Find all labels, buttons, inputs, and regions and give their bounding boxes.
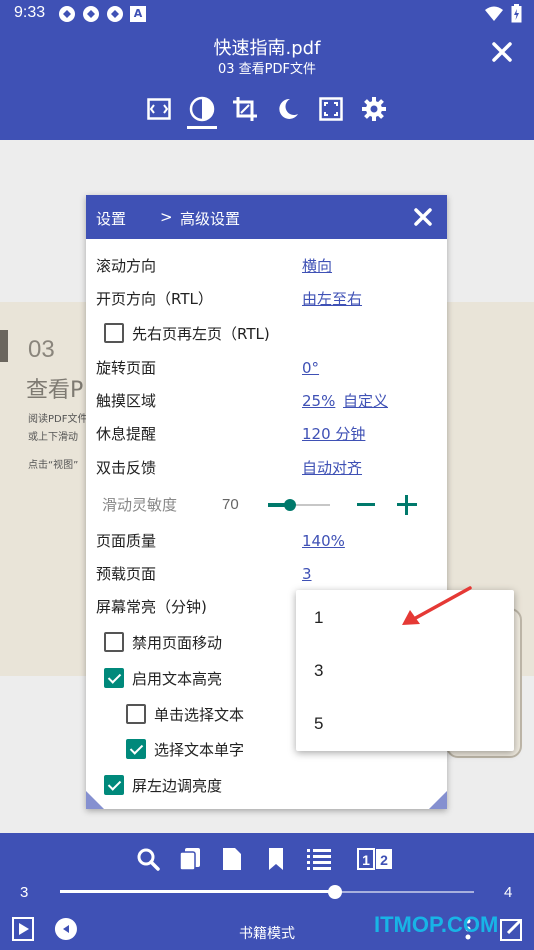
checkbox-box[interactable] bbox=[126, 739, 146, 759]
sensitivity-value: 70 bbox=[222, 496, 239, 513]
checkbox-label: 启用文本高亮 bbox=[132, 669, 223, 688]
touch-area-value[interactable]: 25% bbox=[302, 390, 335, 412]
app-notification-icon bbox=[82, 5, 100, 23]
slider-thumb[interactable] bbox=[284, 499, 296, 511]
settings-icon[interactable] bbox=[359, 94, 389, 124]
battery-icon bbox=[511, 4, 522, 27]
rest-reminder-label: 休息提醒 bbox=[96, 425, 157, 443]
chapter-heading: 查看P bbox=[26, 378, 84, 403]
document-title: 快速指南.pdf bbox=[213, 38, 321, 59]
plus-icon[interactable] bbox=[397, 495, 417, 515]
minus-icon[interactable] bbox=[357, 503, 375, 506]
page-icon[interactable] bbox=[218, 845, 246, 873]
menu-option[interactable]: 1 bbox=[314, 608, 323, 628]
bottom-toolbar: 12 bbox=[0, 845, 534, 873]
page-start-label: 3 bbox=[20, 884, 29, 901]
clock: 9:33 bbox=[14, 4, 46, 21]
rotate-value[interactable]: 0° bbox=[302, 357, 319, 379]
scroll-direction-label: 滚动方向 bbox=[96, 257, 157, 275]
checkbox-box[interactable] bbox=[126, 704, 146, 724]
app-badge-icon: A bbox=[130, 6, 146, 22]
page-text-line: 阅读PDF文件 bbox=[28, 414, 88, 425]
checkbox-box[interactable] bbox=[104, 323, 124, 343]
resize-handle-left[interactable] bbox=[86, 791, 104, 809]
checkbox-label: 单击选择文本 bbox=[154, 705, 245, 724]
edit-icon[interactable] bbox=[500, 917, 524, 941]
checkbox-box[interactable] bbox=[104, 775, 124, 795]
menu-option[interactable]: 5 bbox=[314, 714, 323, 734]
double-tap-value[interactable]: 自动对齐 bbox=[302, 457, 362, 479]
disable-move-checkbox[interactable]: 禁用页面移动 bbox=[104, 630, 222, 654]
slider-thumb[interactable] bbox=[328, 885, 342, 899]
page-direction-value[interactable]: 由左至右 bbox=[302, 288, 362, 310]
page-text-line: 或上下滑动 bbox=[28, 432, 78, 443]
fullscreen-icon[interactable] bbox=[144, 94, 174, 124]
system-icons bbox=[485, 4, 522, 27]
sensitivity-slider[interactable] bbox=[268, 499, 330, 511]
checkbox-label: 选择文本单字 bbox=[154, 740, 245, 759]
copy-icon[interactable] bbox=[176, 845, 204, 873]
text-highlight-checkbox[interactable]: 启用文本高亮 bbox=[104, 666, 222, 690]
status-bar: 9:33 A bbox=[0, 0, 534, 28]
scroll-direction-value[interactable]: 横向 bbox=[302, 255, 332, 277]
rest-reminder-value[interactable]: 120 分钟 bbox=[302, 423, 365, 445]
notification-icons: A bbox=[58, 5, 146, 23]
view-toolbar bbox=[0, 94, 534, 129]
select-word-checkbox[interactable]: 选择文本单字 bbox=[126, 737, 244, 761]
page-quality-value[interactable]: 140% bbox=[302, 530, 345, 552]
menu-option[interactable]: 3 bbox=[314, 661, 323, 681]
watermark-text: ITMOP.COM bbox=[374, 912, 499, 937]
chapter-number: 03 bbox=[28, 336, 55, 363]
checkbox-label: 先右页再左页（RTL) bbox=[132, 324, 270, 343]
slider-fill bbox=[60, 890, 335, 893]
page-slider[interactable] bbox=[60, 885, 474, 899]
left-brightness-checkbox[interactable]: 屏左边调亮度 bbox=[104, 773, 222, 797]
breadcrumb-separator: > bbox=[160, 208, 173, 226]
sensitivity-row: 滑动灵敏度 70 bbox=[86, 493, 447, 517]
close-icon[interactable] bbox=[411, 205, 435, 229]
page-text-line: 点击“视图” bbox=[28, 460, 79, 471]
resize-handle-right[interactable] bbox=[429, 791, 447, 809]
night-mode-icon[interactable] bbox=[273, 94, 303, 124]
annotation-arrow-icon bbox=[402, 586, 472, 625]
sensitivity-label: 滑动灵敏度 bbox=[102, 496, 178, 514]
app-notification-icon bbox=[58, 5, 76, 23]
dual-page-icon[interactable]: 12 bbox=[356, 845, 394, 873]
double-tap-label: 双击反馈 bbox=[96, 459, 157, 477]
preload-value[interactable]: 3 bbox=[302, 563, 312, 585]
document-subtitle: 03 查看PDF文件 bbox=[217, 62, 316, 77]
page-direction-label: 开页方向（RTL） bbox=[96, 290, 213, 308]
svg-text:2: 2 bbox=[380, 852, 388, 868]
app-header: 快速指南.pdf 03 查看PDF文件 bbox=[0, 28, 534, 140]
preload-label: 预载页面 bbox=[96, 565, 157, 583]
screen-on-label: 屏幕常亮（分钟) bbox=[96, 598, 207, 616]
list-icon[interactable] bbox=[305, 845, 333, 873]
page-end-label: 4 bbox=[504, 884, 513, 901]
checkbox-box[interactable] bbox=[104, 668, 124, 688]
dialog-header: 设置 > 高级设置 bbox=[86, 195, 447, 239]
page-marker bbox=[0, 330, 8, 362]
checkbox-label: 禁用页面移动 bbox=[132, 633, 223, 652]
breadcrumb-advanced: 高级设置 bbox=[180, 210, 241, 228]
svg-text:1: 1 bbox=[362, 852, 370, 868]
touch-area-label: 触摸区域 bbox=[96, 392, 157, 410]
close-icon[interactable] bbox=[488, 38, 516, 66]
app-notification-icon bbox=[106, 5, 124, 23]
breadcrumb-settings[interactable]: 设置 bbox=[96, 208, 126, 229]
checkbox-box[interactable] bbox=[104, 632, 124, 652]
wifi-icon bbox=[485, 6, 503, 26]
search-icon[interactable] bbox=[134, 845, 162, 873]
touch-area-custom[interactable]: 自定义 bbox=[343, 390, 388, 412]
checkbox-label: 屏左边调亮度 bbox=[132, 776, 223, 795]
right-first-checkbox[interactable]: 先右页再左页（RTL) bbox=[104, 321, 270, 345]
active-tab-indicator bbox=[187, 126, 217, 129]
page-quality-label: 页面质量 bbox=[96, 532, 157, 550]
tap-select-checkbox[interactable]: 单击选择文本 bbox=[126, 702, 244, 726]
fit-icon[interactable] bbox=[316, 94, 346, 124]
bookmark-icon[interactable] bbox=[262, 845, 290, 873]
crop-icon[interactable] bbox=[230, 94, 260, 124]
rotate-label: 旋转页面 bbox=[96, 359, 157, 377]
contrast-icon[interactable] bbox=[187, 94, 217, 124]
